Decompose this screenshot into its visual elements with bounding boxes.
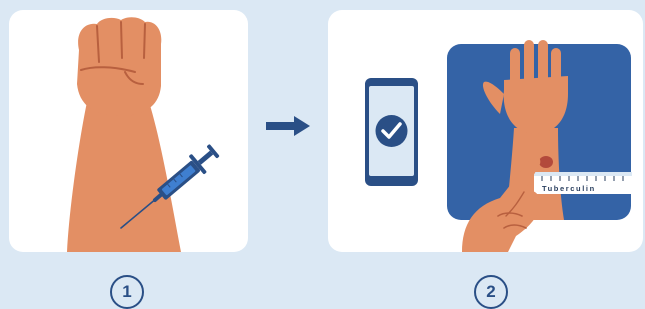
next-step-arrow-icon bbox=[266, 116, 310, 136]
fist bbox=[77, 17, 162, 116]
tuberculin-ruler: Tuberculin bbox=[534, 172, 632, 194]
step-1-panel bbox=[9, 10, 248, 252]
ruler-label: Tuberculin bbox=[542, 184, 596, 193]
arm-injection-illustration bbox=[67, 17, 220, 252]
checkmark-circle-icon bbox=[375, 115, 408, 147]
step-1-number-badge: 1 bbox=[110, 275, 144, 309]
skin-check-illustration: Tuberculin bbox=[365, 40, 632, 252]
skin-reaction-spot bbox=[539, 156, 553, 168]
instruction-graphic: Tuberculin 1 2 bbox=[0, 0, 645, 309]
forearm bbox=[67, 102, 181, 252]
smartphone-icon bbox=[365, 78, 418, 186]
step-2-panel: Tuberculin bbox=[328, 10, 643, 252]
step-2-number-badge: 2 bbox=[474, 275, 508, 309]
